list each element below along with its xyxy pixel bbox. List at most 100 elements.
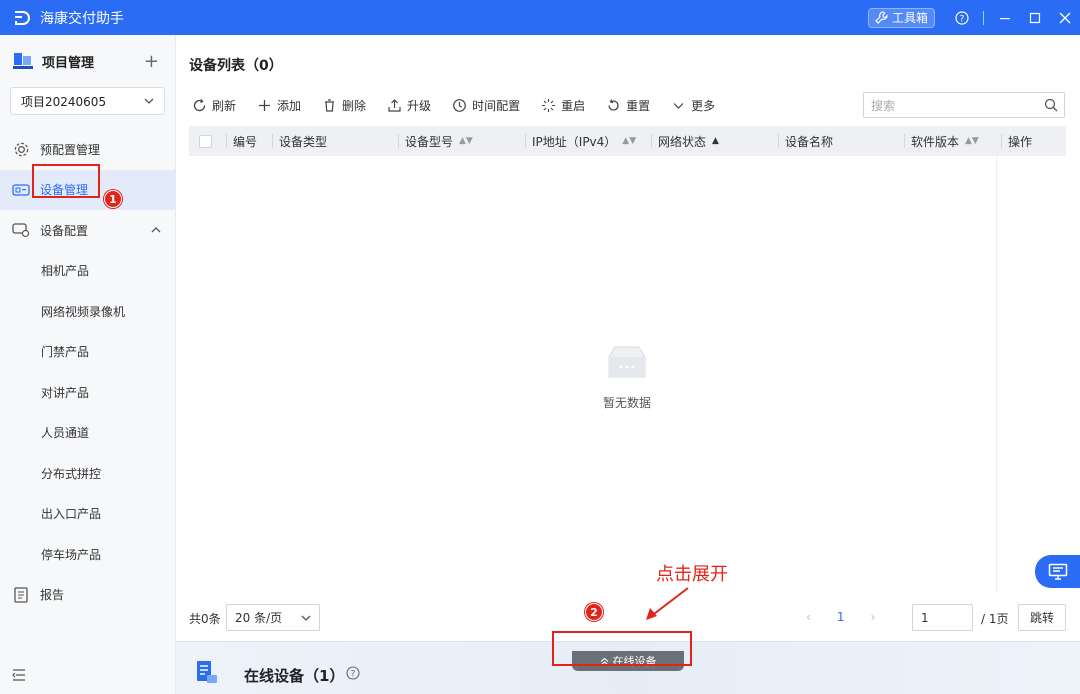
sidebar-item-label: 预配置管理 [40, 142, 101, 157]
title-bar: 海康交付助手 工具箱 ? [0, 0, 1080, 35]
delete-button[interactable]: 删除 [322, 97, 366, 114]
more-label: 更多 [691, 98, 716, 113]
plus-icon [259, 99, 271, 111]
collapse-sidebar-button[interactable] [12, 669, 26, 684]
page-size-select[interactable]: 20 条/页 [226, 604, 320, 631]
help-icon[interactable]: ? [346, 666, 360, 680]
add-project-button[interactable]: + [144, 51, 159, 72]
sort-icon[interactable]: ▲▼ [622, 136, 636, 146]
annotation-badge-1: 1 [104, 190, 122, 208]
pager: ‹ 1 › [806, 610, 875, 624]
project-select[interactable]: 项目20240605 [10, 87, 165, 115]
column-ip-address[interactable]: IP地址（IPv4） ▲▼ [525, 126, 636, 156]
sort-ascending-icon[interactable]: ▲ [712, 136, 719, 146]
page-number[interactable]: 1 [837, 610, 845, 624]
page-size-value: 20 条/页 [235, 611, 283, 625]
wrench-icon [875, 11, 888, 24]
pagination: 共0条 20 条/页 ‹ 1 › 1 / 1页 跳转 [189, 604, 1066, 632]
sidebar-item-nvr[interactable]: 网络视频录像机 [0, 291, 175, 332]
search-icon[interactable] [1044, 98, 1058, 112]
add-button[interactable]: 添加 [257, 97, 301, 114]
column-label: 设备类型 [279, 134, 328, 149]
annotation-hint: 点击展开 [656, 564, 728, 585]
column-label: 操作 [1008, 134, 1033, 149]
toolbox-button[interactable]: 工具箱 [867, 7, 935, 28]
chevron-up-icon [151, 227, 161, 233]
help-button[interactable]: ? [947, 0, 977, 35]
minimize-button[interactable] [990, 0, 1020, 35]
column-software-version[interactable]: 软件版本 ▲▼ [904, 126, 979, 156]
sidebar-item-device-config[interactable]: 设备配置 [0, 210, 175, 251]
sidebar-item-report[interactable]: 报告 [0, 575, 175, 616]
refresh-button[interactable]: 刷新 [192, 97, 236, 114]
maximize-button[interactable] [1020, 0, 1050, 35]
chevron-down-icon [673, 102, 684, 109]
report-icon [12, 586, 30, 604]
upload-icon [388, 98, 401, 112]
app-logo-icon [15, 10, 30, 25]
upgrade-button[interactable]: 升级 [387, 97, 431, 114]
project-header: 项目管理 + [0, 35, 175, 87]
page-jump-input[interactable]: 1 [912, 604, 973, 631]
sidebar-item-camera[interactable]: 相机产品 [0, 251, 175, 292]
sidebar-item-access-control[interactable]: 门禁产品 [0, 332, 175, 373]
refresh-icon [193, 98, 206, 111]
project-icon [13, 53, 33, 69]
time-config-button[interactable]: 时间配置 [452, 97, 520, 114]
close-button[interactable] [1050, 0, 1080, 35]
column-label: 网络状态 [658, 134, 707, 149]
search-placeholder: 搜索 [871, 98, 896, 113]
prev-page-icon[interactable]: ‹ [806, 610, 811, 624]
column-actions: 操作 [1001, 126, 1033, 156]
total-pages: / 1页 [981, 612, 1009, 626]
expand-online-devices-button[interactable]: 在线设备 [572, 651, 684, 671]
select-all-checkbox[interactable] [199, 126, 212, 156]
column-number: 编号 [226, 126, 257, 156]
sidebar-item-label: 人员通道 [41, 426, 90, 441]
annotation-arrow-icon [646, 587, 689, 620]
sidebar-item-intercom[interactable]: 对讲产品 [0, 372, 175, 413]
table-header: 编号 设备类型 设备型号 ▲▼ IP地址（IPv4） ▲▼ 网络状态 ▲ 设备名称 软… [189, 126, 1066, 156]
loading-icon [542, 98, 556, 112]
sort-icon[interactable]: ▲▼ [965, 136, 979, 146]
jump-button[interactable]: 跳转 [1018, 604, 1066, 631]
sidebar-item-label: 出入口产品 [41, 507, 102, 522]
sidebar-item-label: 设备管理 [40, 183, 89, 198]
sidebar-item-device-management[interactable]: 设备管理 [0, 169, 175, 210]
column-network-status[interactable]: 网络状态 ▲ [651, 126, 719, 156]
sidebar-item-turnstile[interactable]: 人员通道 [0, 413, 175, 454]
sort-icon[interactable]: ▲▼ [459, 136, 473, 146]
minimize-icon [1000, 17, 1010, 19]
column-device-type: 设备类型 [272, 126, 328, 156]
reset-button[interactable]: 重置 [606, 97, 650, 114]
sidebar-item-label: 分布式拼控 [41, 466, 102, 481]
project-title: 项目管理 [42, 55, 95, 71]
monitor-icon [1048, 563, 1067, 580]
next-page-icon[interactable]: › [870, 610, 875, 624]
upgrade-label: 升级 [407, 98, 432, 113]
sidebar-item-parking[interactable]: 停车场产品 [0, 534, 175, 575]
column-label: 设备名称 [785, 134, 834, 149]
reboot-button[interactable]: 重启 [541, 97, 585, 114]
empty-text: 暂无数据 [602, 396, 651, 410]
more-button[interactable]: 更多 [671, 97, 715, 114]
search-input[interactable]: 搜索 [863, 92, 1065, 118]
floating-monitor-button[interactable] [1035, 555, 1080, 588]
column-device-model[interactable]: 设备型号 ▲▼ [398, 126, 473, 156]
sidebar-item-entrance[interactable]: 出入口产品 [0, 494, 175, 535]
sidebar-item-distributed-display[interactable]: 分布式拼控 [0, 453, 175, 494]
device-icon [12, 181, 30, 199]
toolbox-label: 工具箱 [891, 11, 928, 25]
add-label: 添加 [277, 98, 302, 113]
toolbar: 刷新 添加 删除 升级 时间配置 重启 重置 更多 [192, 95, 736, 115]
total-count: 共0条 [189, 612, 221, 626]
time-config-label: 时间配置 [472, 98, 521, 113]
sidebar-item-preconfig[interactable]: 预配置管理 [0, 129, 175, 170]
main-content: 设备列表（0） 刷新 添加 删除 升级 时间配置 重启 重置 更多 搜索 编号 … [176, 35, 1080, 694]
close-icon [1059, 12, 1071, 23]
column-label: IP地址（IPv4） [532, 134, 617, 149]
gear-icon [12, 140, 30, 158]
titlebar-separator [983, 10, 984, 25]
annotation-badge-2: 2 [585, 603, 603, 621]
svg-text:?: ? [960, 14, 965, 24]
